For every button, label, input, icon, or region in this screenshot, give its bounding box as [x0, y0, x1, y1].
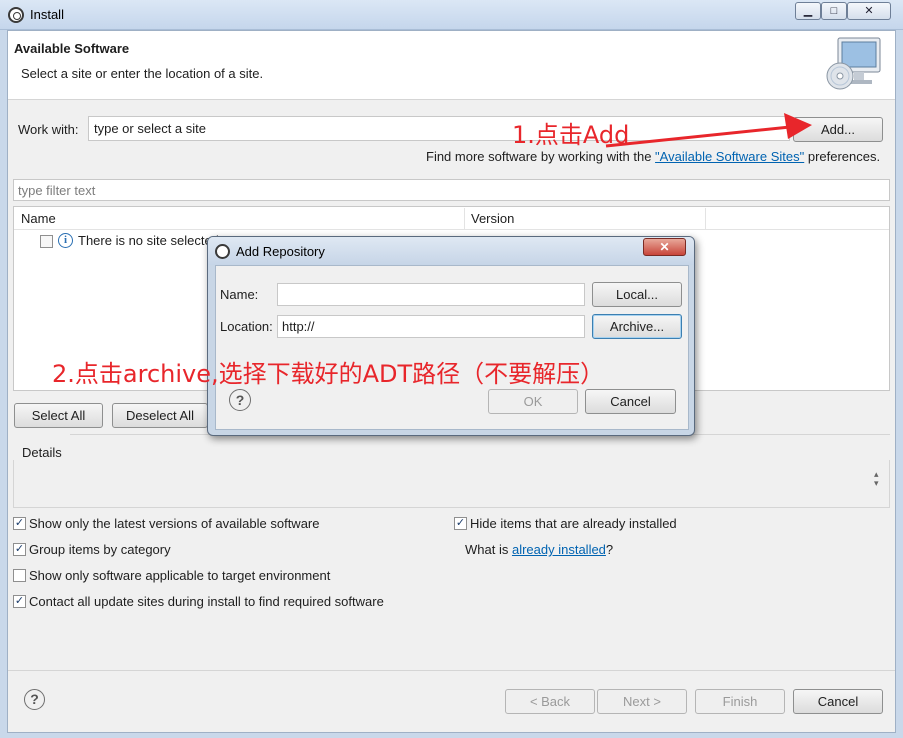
select-all-button[interactable]: Select All: [14, 403, 103, 428]
dialog-title: Add Repository: [236, 244, 325, 259]
next-button[interactable]: Next >: [597, 689, 687, 714]
finish-button[interactable]: Finish: [695, 689, 785, 714]
already-installed-text: What is already installed?: [465, 542, 613, 557]
eclipse-icon: [8, 7, 24, 23]
window-title: Install: [30, 7, 64, 22]
option-checkbox-contact[interactable]: ✓: [13, 595, 26, 608]
option-checkbox-latest[interactable]: ✓: [13, 517, 26, 530]
already-installed-link[interactable]: already installed: [512, 542, 606, 557]
already-installed-suffix: ?: [605, 542, 614, 557]
option-label-latest: Show only the latest versions of availab…: [29, 516, 320, 531]
available-sites-link[interactable]: "Available Software Sites": [655, 149, 804, 164]
name-field[interactable]: [277, 283, 585, 306]
dialog-close-button[interactable]: ✕: [643, 238, 686, 256]
minimize-button[interactable]: ▁: [795, 2, 821, 20]
back-button[interactable]: < Back: [505, 689, 595, 714]
ok-button[interactable]: OK: [488, 389, 578, 414]
add-button[interactable]: Add...: [793, 117, 883, 142]
details-label: Details: [22, 445, 62, 460]
find-more-prefix: Find more software by working with the: [426, 149, 656, 164]
page-description: Select a site or enter the location of a…: [21, 66, 264, 81]
work-with-combo[interactable]: type or select a site: [88, 116, 790, 141]
details-scroll-arrows[interactable]: ▴ ▾: [874, 470, 879, 488]
work-with-label: Work with:: [18, 122, 79, 137]
row-checkbox[interactable]: [40, 235, 53, 248]
column-header-name[interactable]: Name: [21, 211, 56, 226]
option-checkbox-applicable[interactable]: [13, 569, 26, 582]
find-more-suffix: preferences.: [804, 149, 881, 164]
option-label-applicable: Show only software applicable to target …: [29, 568, 331, 583]
column-divider[interactable]: [705, 208, 706, 229]
eclipse-icon: [215, 244, 230, 259]
table-header: [14, 207, 889, 230]
deselect-all-button[interactable]: Deselect All: [112, 403, 208, 428]
option-label-group: Group items by category: [29, 542, 171, 557]
filter-input[interactable]: type filter text: [13, 179, 890, 201]
info-icon: i: [58, 233, 73, 248]
location-label: Location:: [220, 319, 273, 334]
column-divider[interactable]: [464, 208, 465, 229]
cancel-button[interactable]: Cancel: [793, 689, 883, 714]
table-row-text: There is no site selected.: [78, 233, 223, 248]
window-titlebar: [0, 0, 903, 30]
annotation-step1: 1.点击Add: [512, 121, 630, 149]
name-label: Name:: [220, 287, 259, 302]
option-label-hide-installed: Hide items that are already installed: [470, 516, 677, 531]
already-installed-prefix: What is: [465, 542, 512, 557]
option-checkbox-hide-installed[interactable]: ✓: [454, 517, 467, 530]
option-checkbox-group[interactable]: ✓: [13, 543, 26, 556]
computer-cd-icon: [826, 37, 881, 90]
local-button[interactable]: Local...: [592, 282, 682, 307]
location-field[interactable]: http://: [277, 315, 585, 338]
annotation-step2: 2.点击archive,选择下载好的ADT路径（不要解压）: [52, 360, 605, 388]
option-label-contact: Contact all update sites during install …: [29, 594, 384, 609]
maximize-button[interactable]: □: [821, 2, 847, 20]
find-more-text: Find more software by working with the "…: [426, 149, 880, 164]
page-title: Available Software: [14, 41, 130, 56]
footer-divider: [8, 670, 895, 671]
dialog-help-icon[interactable]: ?: [229, 389, 251, 411]
dialog-cancel-button[interactable]: Cancel: [585, 389, 676, 414]
archive-button[interactable]: Archive...: [592, 314, 682, 339]
help-icon[interactable]: ?: [24, 689, 45, 710]
close-button[interactable]: ✕: [847, 2, 891, 20]
details-area: [13, 460, 890, 508]
column-header-version[interactable]: Version: [471, 211, 514, 226]
